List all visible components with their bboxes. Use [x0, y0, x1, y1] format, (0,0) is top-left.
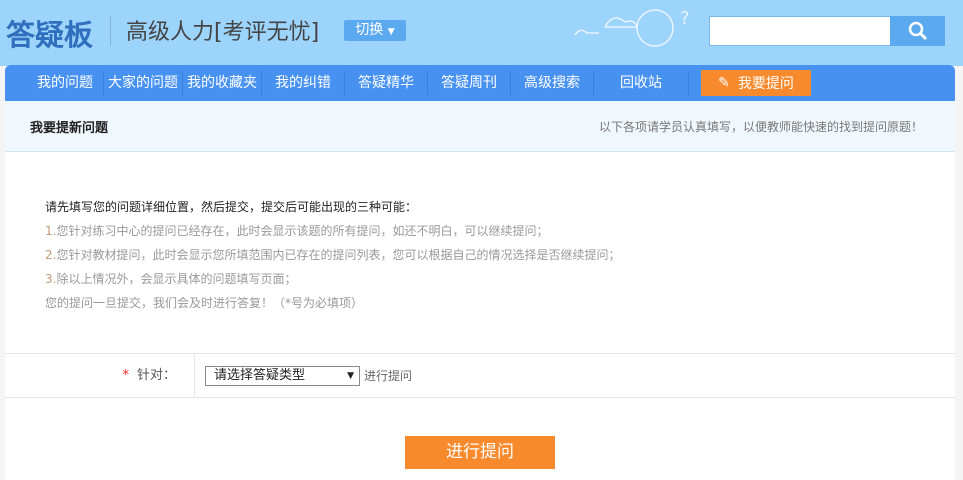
- nav-my-questions[interactable]: 我的问题: [27, 71, 104, 95]
- caret-down-icon: ▼: [387, 27, 395, 37]
- dropdown-arrow-icon: ▼: [347, 370, 354, 381]
- instruction-item: 1.您针对练习中心的提问已经存在，此时会显示该题的所有提问，如还不明白，可以继续…: [45, 219, 620, 243]
- instructions: 请先填写您的问题详细位置，然后提交，提交后可能出现的三种可能： 1.您针对练习中…: [45, 195, 620, 315]
- header: 答疑板 高级人力[考评无忧] 切换 ▼ ?: [0, 0, 963, 66]
- section-header: 我要提新问题 以下各项请学员认真填写，以便教师能快速的找到提问原题！: [5, 101, 955, 152]
- mascot-illustration-icon: ?: [574, 8, 690, 47]
- pencil-icon: ✎: [718, 75, 730, 91]
- nav-highlights[interactable]: 答疑精华: [345, 71, 428, 95]
- instruction-item: 2.您针对教材提问，此时会显示您所填范围内已存在的提问列表，您可以根据自己的情况…: [45, 243, 620, 267]
- instruction-item: 3.除以上情况外，会显示具体的问题填写页面；: [45, 267, 620, 291]
- nav-advanced-search[interactable]: 高级搜索: [511, 71, 594, 95]
- question-type-select[interactable]: 请选择答疑类型 ▼: [205, 365, 360, 386]
- section-hint: 以下各项请学员认真填写，以便教师能快速的找到提问原题！: [598, 119, 923, 134]
- item-text: 您针对练习中心的提问已经存在，此时会显示该题的所有提问，如还不明白，可以继续提问…: [56, 224, 549, 238]
- instructions-note: 您的提问一旦提交，我们会及时进行答复！（*号为必填项）: [45, 296, 364, 310]
- item-number: 3.: [45, 272, 57, 286]
- ask-question-label: 我要提问: [737, 76, 794, 92]
- nav-weekly[interactable]: 答疑周刊: [428, 71, 511, 95]
- divider: [110, 16, 111, 46]
- switch-label: 切换: [355, 22, 384, 38]
- nav-favorites[interactable]: 我的收藏夹: [183, 71, 262, 95]
- target-label: * 针对：: [5, 354, 195, 397]
- search-input[interactable]: [709, 16, 891, 46]
- site-title: 高级人力[考评无忧]: [126, 20, 320, 45]
- nav-all-questions[interactable]: 大家的问题: [104, 71, 183, 95]
- nav-recycle-bin[interactable]: 回收站: [594, 71, 689, 95]
- search-icon: [908, 21, 927, 41]
- item-text: 除以上情况外，会显示具体的问题填写页面；: [56, 272, 297, 286]
- item-number: 2.: [45, 248, 57, 262]
- ask-question-button[interactable]: ✎ 我要提问: [701, 70, 811, 96]
- svg-text:?: ?: [680, 8, 690, 29]
- required-mark: *: [122, 368, 129, 383]
- section-title: 我要提新问题: [30, 120, 109, 136]
- main-nav: 我的问题 大家的问题 我的收藏夹 我的纠错 答疑精华 答疑周刊 高级搜索 回收站…: [5, 65, 955, 101]
- instructions-intro: 请先填写您的问题详细位置，然后提交，提交后可能出现的三种可能：: [45, 200, 418, 214]
- switch-button[interactable]: 切换 ▼: [344, 20, 406, 41]
- logo[interactable]: 答疑板: [6, 12, 93, 54]
- target-label-text: 针对：: [136, 368, 176, 383]
- item-number: 1.: [45, 224, 57, 238]
- main-panel: 我要提新问题 以下各项请学员认真填写，以便教师能快速的找到提问原题！ 请先填写您…: [5, 101, 955, 480]
- select-suffix: 进行提问: [364, 369, 413, 383]
- target-row: * 针对： 请选择答疑类型 ▼ 进行提问: [5, 353, 955, 398]
- submit-question-button[interactable]: 进行提问: [405, 436, 555, 469]
- item-text: 您针对教材提问，此时会显示您所填范围内已存在的提问列表，您可以根据自己的情况选择…: [56, 248, 621, 262]
- search-button[interactable]: [890, 16, 945, 46]
- select-value: 请选择答疑类型: [214, 367, 306, 383]
- nav-corrections[interactable]: 我的纠错: [262, 71, 345, 95]
